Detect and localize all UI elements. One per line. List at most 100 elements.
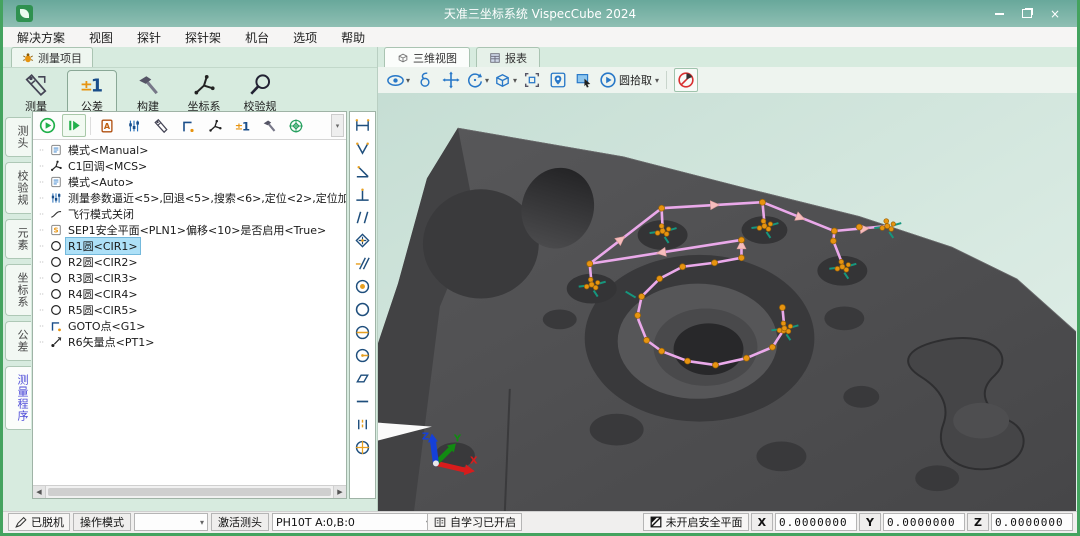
view-visibility-button[interactable]: ▾	[386, 69, 410, 91]
menu-options[interactable]: 选项	[293, 29, 317, 46]
tree-item[interactable]: ··模式<Auto>	[33, 174, 346, 190]
magnifier-icon	[248, 73, 272, 97]
active-probe-select[interactable]: PH10T A:0,B:0▾	[272, 513, 434, 531]
tolerance-concentricity-button[interactable]	[351, 275, 374, 297]
menu-solution[interactable]: 解决方案	[17, 29, 65, 46]
tolerance-angle-button[interactable]	[351, 160, 374, 182]
tree-item[interactable]: ··R6矢量点<PT1>	[33, 334, 346, 350]
ribbon-gauge-button[interactable]: 校验规	[235, 70, 285, 117]
tree-item[interactable]: ··R3圆<CIR3>	[33, 270, 346, 286]
tolerance-straightness-button[interactable]	[351, 390, 374, 412]
scroll-left-arrow[interactable]: ◀	[33, 486, 46, 498]
report-icon	[489, 52, 501, 64]
emergency-stop-button[interactable]	[674, 68, 698, 92]
viewport-3d[interactable]: X Y Z	[378, 93, 1077, 512]
title-bar[interactable]: 天准三坐标系统 VispecCube 2024 ×	[0, 0, 1080, 27]
maximize-button[interactable]	[1020, 7, 1034, 21]
pan-view-button[interactable]	[440, 69, 462, 91]
construct-tool-button[interactable]	[257, 114, 281, 137]
tree-item[interactable]: ··C1回调<MCS>	[33, 158, 346, 174]
self-learning-status: 自学习已开启	[427, 513, 522, 531]
locate-button[interactable]	[547, 69, 569, 91]
scroll-right-arrow[interactable]: ▶	[333, 486, 346, 498]
ribbon-measure-button[interactable]: 测量	[11, 70, 61, 117]
rotate-mode-button[interactable]: ▾	[466, 69, 489, 91]
tolerance-tool-button[interactable]	[230, 114, 254, 137]
measure-params-button[interactable]	[122, 114, 146, 137]
tolerance-runout-button[interactable]	[351, 344, 374, 366]
tree-item[interactable]: ··飞行模式关闭	[33, 206, 346, 222]
auto-doc-button[interactable]	[95, 114, 119, 137]
tolerance-angularity-button[interactable]	[351, 252, 374, 274]
measurement-panel: 测量项目 测量 公差 构建 坐标系	[3, 47, 378, 512]
tolerance-roundness-button[interactable]	[351, 298, 374, 320]
ribbon-construct-button[interactable]: 构建	[123, 70, 173, 117]
pen-icon	[14, 515, 28, 529]
tolerance-parallelism-button[interactable]	[351, 206, 374, 228]
vector-point-icon	[49, 335, 63, 349]
tolerance-distance-button[interactable]	[351, 114, 374, 136]
side-tab-tolerance[interactable]: 公差	[5, 321, 31, 361]
rotate-view-button[interactable]	[414, 69, 436, 91]
tree-horizontal-scrollbar[interactable]: ◀ ▶	[33, 485, 346, 498]
ribbon-tolerance-button[interactable]: 公差	[67, 70, 117, 117]
scroll-thumb[interactable]	[48, 488, 331, 496]
circle-pick-button[interactable]: 圆拾取 ▾	[599, 69, 659, 91]
tree-item[interactable]: ··SEP1安全平面<PLN1>偏移<10>是否启用<True>	[33, 222, 346, 238]
close-button[interactable]: ×	[1048, 7, 1062, 21]
tolerance-angle-between-button[interactable]	[351, 137, 374, 159]
select-window-button[interactable]	[573, 69, 595, 91]
side-tab-coordsys[interactable]: 坐标系	[5, 264, 31, 316]
tree-list: ··模式<Manual> ··C1回调<MCS> ··模式<Auto> ··测量…	[33, 140, 346, 485]
tolerance-position-button[interactable]	[351, 229, 374, 251]
tree-item[interactable]: ··测量参数逼近<5>,回退<5>,搜索<6>,定位<2>,定位加<2>,测量	[33, 190, 346, 206]
coordsys-icon	[49, 159, 63, 173]
bug-icon	[22, 52, 34, 64]
minimize-button[interactable]	[992, 7, 1006, 21]
operation-mode-select[interactable]: ▾	[134, 513, 208, 531]
axis-x-label: X	[470, 455, 478, 466]
run-step-button[interactable]	[62, 114, 86, 137]
ribbon-coordsys-button[interactable]: 坐标系	[179, 70, 229, 117]
ribbon-toolbar: 测量 公差 构建 坐标系 校验规	[3, 67, 377, 114]
side-tab-probe[interactable]: 测头	[5, 117, 31, 157]
tree-item[interactable]: ··R2圆<CIR2>	[33, 254, 346, 270]
tolerance-perpendicularity-button[interactable]	[351, 183, 374, 205]
toolbar-overflow-button[interactable]: ▾	[331, 114, 344, 137]
fit-view-button[interactable]	[521, 69, 543, 91]
tab-3d-view[interactable]: 三维视图	[384, 47, 470, 67]
tolerance-symmetry-button[interactable]	[351, 413, 374, 435]
tab-measurement-project[interactable]: 测量项目	[11, 47, 93, 67]
tree-item[interactable]: ··R5圆<CIR5>	[33, 302, 346, 318]
coordsys-tool-button[interactable]	[203, 114, 227, 137]
measure-tool-button[interactable]	[149, 114, 173, 137]
menu-machine[interactable]: 机台	[245, 29, 269, 46]
axis-y-label: Y	[453, 434, 462, 445]
tolerance-toolbar	[349, 111, 376, 499]
tree-item[interactable]: ··GOTO点<G1>	[33, 318, 346, 334]
menu-probe-rack[interactable]: 探针架	[185, 29, 221, 46]
tolerance-flatness-button[interactable]	[351, 367, 374, 389]
tab-report[interactable]: 报表	[476, 47, 540, 67]
tree-item[interactable]: ··R4圆<CIR4>	[33, 286, 346, 302]
menu-probe[interactable]: 探针	[137, 29, 161, 46]
menu-view[interactable]: 视图	[89, 29, 113, 46]
side-tab-gauge[interactable]: 校验规	[5, 162, 31, 214]
tolerance-symmetry-circle-button[interactable]	[351, 321, 374, 343]
goto-tool-button[interactable]	[176, 114, 200, 137]
tree-item-selected[interactable]: ··R1圆<CIR1>	[33, 238, 346, 254]
caliper-icon	[153, 118, 169, 134]
operation-mode-label: 操作模式	[73, 513, 131, 531]
run-button[interactable]	[35, 114, 59, 137]
view-cube-button[interactable]: ▾	[493, 69, 517, 91]
side-tab-strip: 测头 校验规 元素 坐标系 公差 测量程序	[5, 117, 31, 504]
side-tab-element[interactable]: 元素	[5, 219, 31, 259]
menu-help[interactable]: 帮助	[341, 29, 365, 46]
tolerance-true-position-button[interactable]	[351, 436, 374, 458]
axis-z-label: Z	[422, 432, 429, 443]
mode-icon	[49, 175, 63, 189]
eye-icon	[386, 71, 405, 90]
side-tab-program[interactable]: 测量程序	[5, 366, 31, 430]
gauge-tool-button[interactable]	[284, 114, 308, 137]
tree-item[interactable]: ··模式<Manual>	[33, 142, 346, 158]
